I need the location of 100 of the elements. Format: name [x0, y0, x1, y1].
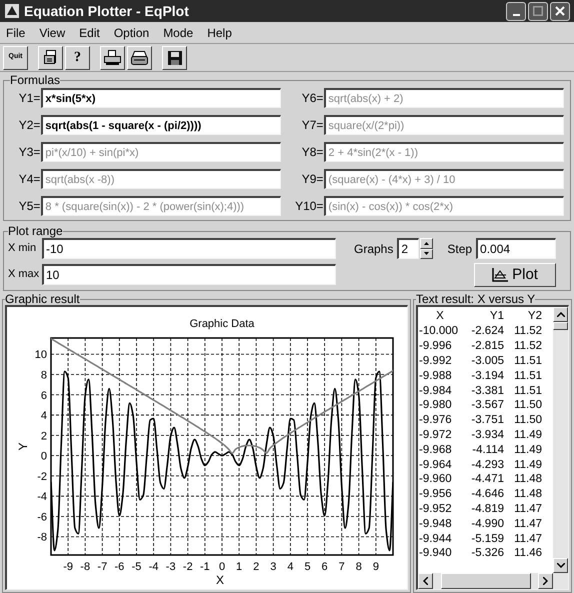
- field-label: X min: [8, 241, 38, 256]
- table-cell-text: -4.293: [470, 458, 504, 472]
- table-cell-text: 11.48: [513, 472, 542, 486]
- x-tick-label: 2: [253, 561, 260, 573]
- x-tick-label: -2: [182, 561, 193, 573]
- menu-item[interactable]: Mode: [163, 24, 194, 42]
- graphs-field[interactable]: 2: [397, 238, 420, 259]
- table-cell-text: -3.194: [470, 368, 504, 383]
- x-tick-label: -3: [166, 561, 176, 573]
- horizontal-scrollbar[interactable]: [418, 573, 568, 589]
- column-header: Y2: [526, 308, 542, 324]
- window-title: Equation Plotter - EqPlot: [24, 2, 189, 21]
- formula-label: Y3=: [18, 144, 42, 161]
- table-cell-text: -3.005: [470, 354, 504, 368]
- menu-item[interactable]: Edit: [79, 24, 100, 42]
- formula-label: Y1=: [18, 90, 42, 107]
- print-button[interactable]: [127, 46, 152, 70]
- table-cell-text: 11.49: [513, 458, 542, 472]
- y-tick-label: 4: [40, 410, 47, 422]
- x-axis-label: X: [216, 573, 224, 587]
- table-cell-text: 11.51: [513, 384, 542, 398]
- formula-label: Y6=: [300, 90, 324, 107]
- table-cell-text: -3.567: [470, 398, 504, 412]
- table-cell-text: 11.52: [513, 339, 542, 354]
- table-cell-text: -3.751: [470, 413, 504, 428]
- column-header: X: [435, 308, 445, 324]
- document-button[interactable]: [38, 46, 63, 70]
- table-cell-text: -9.956: [418, 487, 453, 502]
- formula-label: Y5=: [18, 198, 42, 215]
- x-tick-label: 1: [236, 561, 242, 573]
- table-cell-text: -4.114: [471, 442, 504, 457]
- x-tick-label: -1: [200, 561, 210, 573]
- chart-icon: [492, 268, 508, 282]
- x-max-field[interactable]: 10: [42, 264, 336, 285]
- formula-label: Y8=: [300, 144, 324, 161]
- plot-button[interactable]: Plot: [474, 263, 556, 287]
- table-cell-text: -5.159: [470, 532, 504, 546]
- table-cell-text: -9.992: [418, 354, 453, 368]
- maximize-button[interactable]: [528, 2, 548, 20]
- y-tick-label: 0: [40, 450, 47, 463]
- menu-item[interactable]: Help: [207, 24, 232, 42]
- menu-item[interactable]: View: [39, 24, 66, 42]
- table-cell-text: 11.49: [513, 428, 542, 442]
- table-cell-text: -9.984: [418, 384, 453, 398]
- x-tick-label: -8: [80, 561, 90, 573]
- table-cell-text: -9.972: [418, 428, 453, 442]
- x-tick-label: 9: [372, 561, 379, 573]
- step-field[interactable]: 0.004: [476, 238, 556, 259]
- x-tick-label: 4: [287, 561, 294, 573]
- scrollbar-thumb[interactable]: [553, 322, 568, 330]
- up-arrow-icon: [424, 242, 430, 245]
- table-cell-text: -9.980: [418, 398, 453, 412]
- table-cell-text: 11.47: [513, 516, 542, 531]
- close-button[interactable]: [550, 2, 570, 20]
- table-cell-text: -9.960: [418, 472, 453, 486]
- table-cell-text: -3.934: [470, 428, 504, 442]
- x-tick-label: 8: [356, 561, 362, 573]
- y-tick-label: 6: [40, 390, 47, 402]
- printer-icon: [131, 50, 148, 64]
- spin-buttons[interactable]: [420, 238, 434, 259]
- table-cell-text: -9.988: [418, 368, 453, 383]
- x-tick-label: -4: [148, 561, 158, 573]
- x-tick-label: -6: [114, 561, 124, 573]
- save-button[interactable]: [162, 46, 187, 70]
- menu-item[interactable]: Option: [114, 24, 150, 42]
- table-cell-text: 11.51: [513, 368, 542, 383]
- x-min-field[interactable]: -10: [42, 238, 336, 259]
- table-cell-text: 11.47: [513, 532, 542, 546]
- menu-item[interactable]: File: [6, 24, 26, 42]
- print-preview-button[interactable]: [100, 46, 125, 70]
- table-cell-text: -3.381: [470, 384, 504, 398]
- y-axis-label: Y: [16, 442, 30, 450]
- minimize-button[interactable]: [506, 2, 526, 20]
- table-cell-text: -2.624: [470, 324, 504, 338]
- table-cell-text: -9.964: [418, 458, 453, 472]
- formula-label: Y10=: [294, 198, 324, 215]
- scrollbar-thumb[interactable]: [441, 573, 531, 589]
- printer-icon: [104, 50, 121, 65]
- table-cell-text: 11.49: [513, 442, 542, 457]
- table-cell-text: -4.819: [470, 502, 504, 516]
- vertical-scrollbar[interactable]: [553, 307, 568, 573]
- close-icon: [555, 6, 565, 16]
- x-tick-label: -9: [63, 561, 73, 573]
- table-cell-text: 11.47: [513, 502, 542, 516]
- formula-field[interactable]: sqrt(abs(1 - square(x - (pi/2)))): [41, 115, 281, 135]
- down-arrow-icon: [424, 252, 430, 256]
- table-cell-text: -4.990: [470, 516, 504, 531]
- y-tick-label: -2: [37, 470, 47, 483]
- formula-field[interactable]: x*sin(5*x): [41, 88, 281, 108]
- y-tick-label: -4: [37, 491, 47, 504]
- x-tick-label: 3: [270, 561, 276, 573]
- group-title: Plot range: [8, 225, 63, 237]
- help-button[interactable]: ?: [65, 46, 90, 70]
- formula-label: Y9=: [300, 171, 324, 188]
- table-cell-text: 11.46: [513, 546, 542, 560]
- y-tick-label: 10: [34, 349, 47, 362]
- minimize-icon: [512, 14, 520, 16]
- table-cell-text: 11.50: [513, 413, 542, 428]
- formula-label: Y4=: [18, 171, 42, 188]
- table-cell-text: 11.50: [513, 398, 542, 412]
